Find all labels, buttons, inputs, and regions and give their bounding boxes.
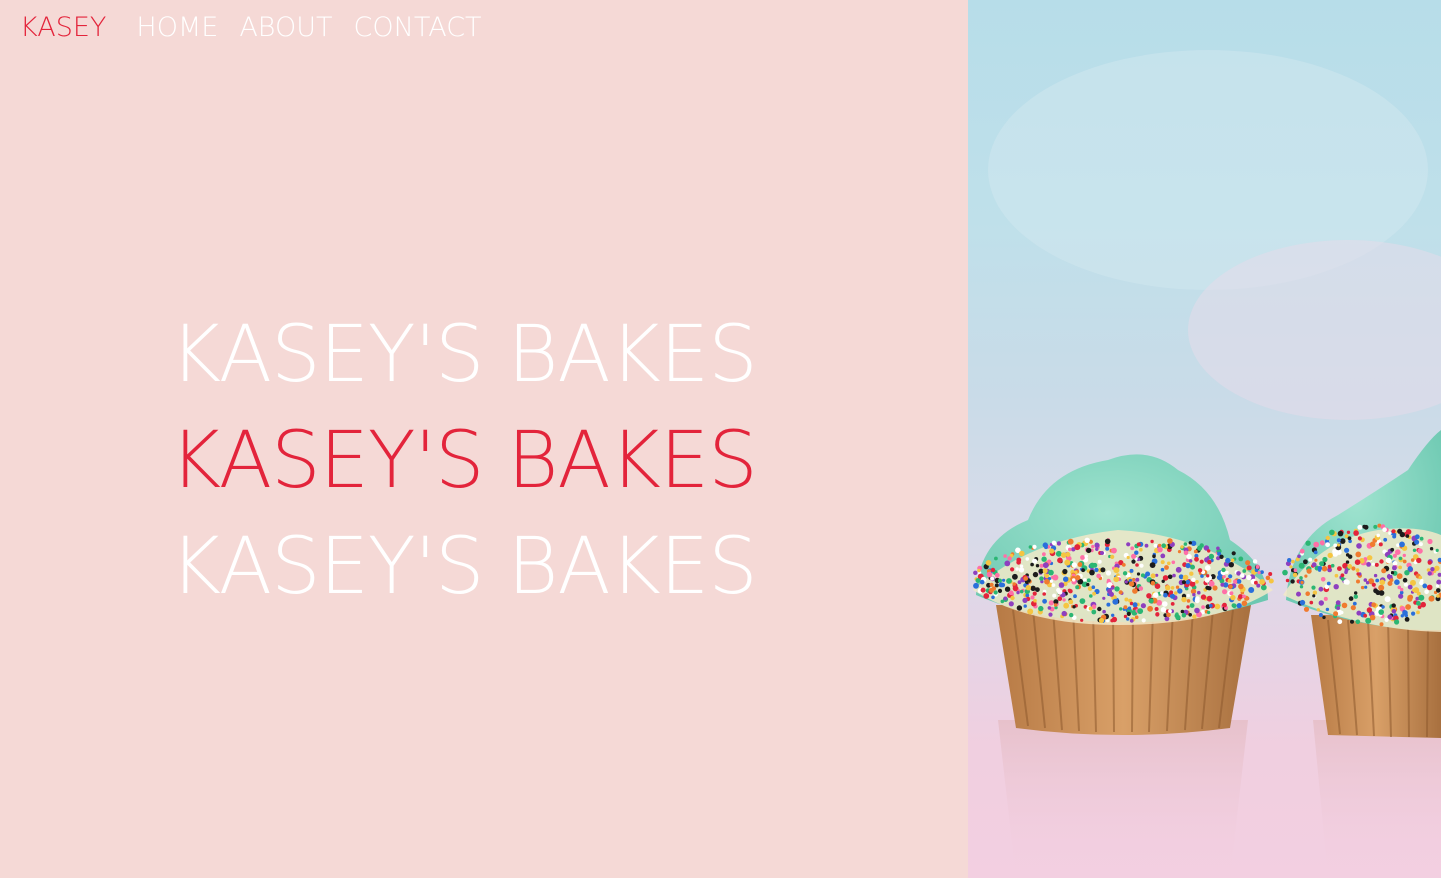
cupcakes-photo	[968, 0, 1441, 878]
cupcake-right	[1283, 430, 1441, 738]
hero-line-3: KASEY'S BAKES	[170, 522, 758, 612]
cupcakes-illustration	[973, 50, 1441, 878]
top-nav: KASEY HOME ABOUT CONTACT	[20, 12, 503, 43]
hero-line-2: KASEY'S BAKES	[170, 416, 758, 506]
page: KASEY HOME ABOUT CONTACT KASEY'S BAKES K…	[0, 0, 1441, 878]
cupcake-reflection-right	[1313, 720, 1441, 878]
nav-link-about[interactable]: ABOUT	[239, 12, 332, 43]
nav-link-home[interactable]: HOME	[136, 12, 218, 43]
cupcake-reflection-left	[998, 720, 1248, 878]
hero-title: KASEY'S BAKES KASEY'S BAKES KASEY'S BAKE…	[170, 302, 758, 620]
hero-line-1: KASEY'S BAKES	[170, 310, 758, 400]
left-panel: KASEY HOME ABOUT CONTACT KASEY'S BAKES K…	[0, 0, 968, 878]
brand-logo[interactable]: KASEY	[20, 12, 106, 43]
nav-link-contact[interactable]: CONTACT	[354, 12, 482, 43]
